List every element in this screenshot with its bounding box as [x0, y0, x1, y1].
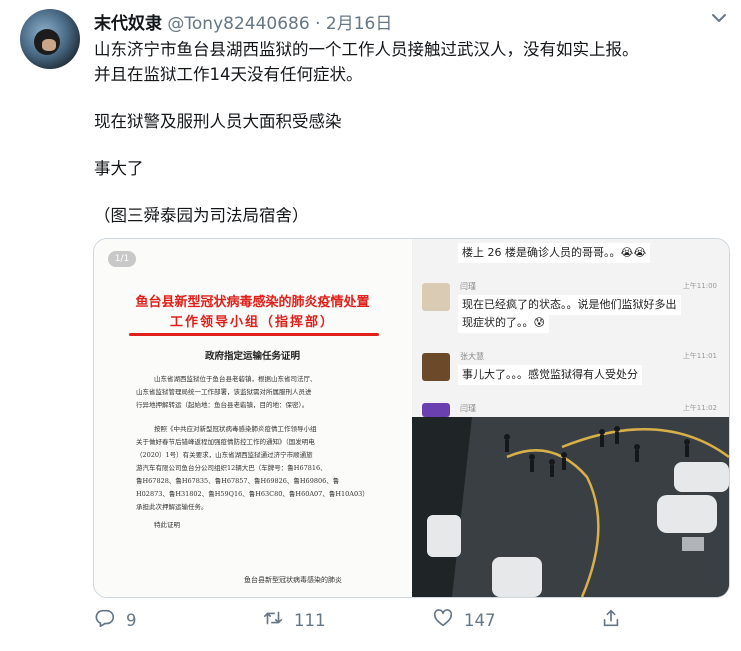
- tweet-header: 末代奴隶 @Tony82440686 · 2月16日: [94, 9, 392, 34]
- chat-avatar: [422, 283, 450, 311]
- chat-message-time: 上午11:01: [682, 352, 717, 360]
- page-badge: 1/1: [108, 251, 136, 267]
- document-paragraph-line: 承担此次押解运输任务。: [136, 503, 208, 511]
- reply-button[interactable]: 9: [94, 607, 137, 633]
- chat-avatar: [422, 353, 450, 381]
- reply-icon: [94, 607, 116, 633]
- chat-message-time: 上午11:00: [682, 282, 717, 290]
- document-paragraph-line: 关于做好春节后错峰返程加强疫情防控工作的通知》（国发明电: [136, 438, 315, 446]
- chat-sender-name: 张大慧: [460, 352, 484, 361]
- tweet-text-line: （图三舜泰园为司法局宿舍）: [94, 206, 309, 225]
- chat-message-bubble: 事儿大了。。。感觉监狱得有人受处分: [458, 365, 642, 385]
- like-count: 147: [464, 610, 496, 630]
- tweet-text-line: 山东济宁市鱼台县湖西监狱的一个工作人员接触过武汉人，没有如实上报。: [94, 40, 639, 59]
- retweet-count: 111: [294, 610, 326, 630]
- document-paragraph-line: 游汽车有限公司鱼台分公司组织12辆大巴（车牌号：鲁H67816、: [136, 464, 327, 472]
- tweet-text-line: 现在狱警及服刑人员大面积受感染: [94, 112, 342, 131]
- user-handle[interactable]: @Tony82440686: [167, 14, 309, 34]
- retweet-button[interactable]: 111: [262, 607, 326, 633]
- chat-message-bubble: 楼上 26 楼是确诊人员的哥哥。。😭😭: [458, 243, 651, 263]
- share-icon: [600, 607, 622, 633]
- heart-icon: [432, 607, 454, 633]
- tweet-action-bar: 9 111 147: [0, 607, 741, 637]
- chat-message-bubble: 现症状的了。。😰: [458, 313, 549, 333]
- document-paragraph-line: 鲁H67828、鲁H67835、鲁H67857、鲁H69826、鲁H69806、…: [136, 477, 340, 485]
- document-paragraph-line: 按照《中共应对新型冠状病毒感染肺炎疫情工作领导小组: [154, 425, 317, 433]
- chat-message-bubble: 现在已经疯了的状态。。说是他们监狱好多出: [458, 295, 681, 315]
- document-title-line1: 鱼台县新型冠状病毒感染的肺炎疫情处置: [135, 295, 370, 310]
- tweet-date[interactable]: 2月16日: [326, 14, 392, 34]
- reply-count: 9: [126, 610, 137, 630]
- document-image[interactable]: 1/1 鱼台县新型冠状病毒感染的肺炎疫情处置 工作领导小组（指挥部） 政府指定运…: [94, 239, 411, 597]
- retweet-icon: [262, 607, 284, 633]
- document-signature: 鱼台县新型冠状病毒感染的肺炎: [244, 576, 342, 584]
- avatar-face-shape: [42, 39, 56, 51]
- profile-avatar[interactable]: [20, 9, 80, 69]
- chat-sender-name: 闫瑾: [460, 282, 476, 291]
- document-paragraph-line: （2020）1号）有关要求，山东省湖西监狱通过济宁市顺通旅: [136, 451, 313, 459]
- chat-sender-name: 闫瑾: [460, 404, 476, 413]
- display-name[interactable]: 末代奴隶: [94, 14, 162, 34]
- tweet-media-grid: 1/1 鱼台县新型冠状病毒感染的肺炎疫情处置 工作领导小组（指挥部） 政府指定运…: [93, 238, 730, 598]
- tweet-text-line: 并且在监狱工作14天没有任何症状。: [94, 65, 363, 84]
- chat-message-time: 上午11:02: [682, 404, 717, 412]
- document-paragraph-line: H02873、鲁H31802、鲁H59Q16、鲁H63C80、鲁H60A07、鲁…: [136, 490, 369, 498]
- courtyard-photo-image[interactable]: [412, 417, 729, 597]
- share-button[interactable]: [600, 607, 622, 633]
- chat-avatar: [422, 403, 450, 417]
- document-paragraph-line: 山东省湖西监狱位于鱼台县老砦镇，根据山东省司法厅、: [154, 375, 317, 383]
- tweet-text-line: 事大了: [94, 159, 144, 178]
- document-title-line2: 工作领导小组（指挥部）: [169, 315, 335, 330]
- courtyard-scene-drawing: [412, 417, 729, 597]
- date-separator: ·: [315, 14, 321, 34]
- document-red-rule: [129, 333, 379, 336]
- document-subtitle: 政府指定运输任务证明: [204, 351, 300, 362]
- chat-screenshot-image[interactable]: 楼上 26 楼是确诊人员的哥哥。。😭😭 闫瑾 上午11:00 现在已经疯了的状态…: [412, 239, 729, 417]
- document-paragraph-line: 山东省监狱管理局统一工作部署，该监狱需对所属服刑人员进: [136, 388, 312, 396]
- like-button[interactable]: 147: [432, 607, 496, 633]
- document-paragraph-line: 特此证明: [154, 521, 180, 529]
- document-paragraph-line: 行异地押解转运（起始地：鱼台县老砦镇，目的地：保密）。: [136, 401, 309, 409]
- chevron-down-icon[interactable]: [709, 8, 729, 28]
